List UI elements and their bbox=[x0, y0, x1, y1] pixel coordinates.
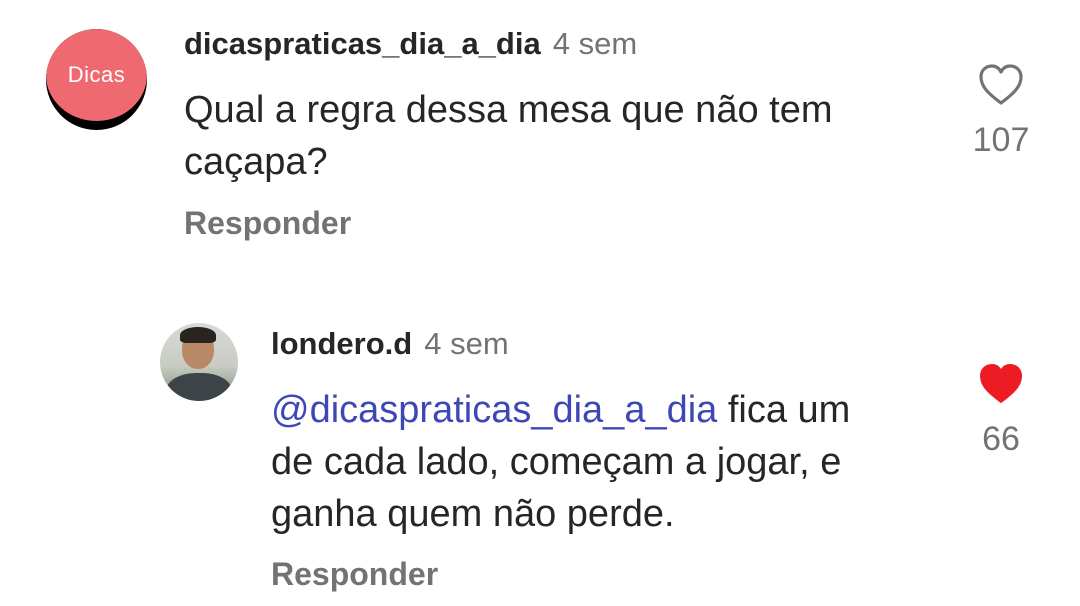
reply-button[interactable]: Responder bbox=[271, 556, 438, 593]
username[interactable]: londero.d bbox=[271, 326, 412, 361]
like-control: 66 bbox=[961, 362, 1041, 459]
mention-link[interactable]: @dicaspraticas_dia_a_dia bbox=[271, 389, 717, 431]
comment-text-line: de cada lado, começam a jogar, e bbox=[271, 441, 842, 483]
comment-header: londero.d 4 sem bbox=[271, 326, 509, 362]
reply-comment: londero.d 4 sem @dicaspraticas_dia_a_dia … bbox=[0, 0, 1080, 606]
comment-text-line: ganha quem não perde. bbox=[271, 493, 675, 535]
timestamp: 4 sem bbox=[424, 326, 509, 361]
comment-text: @dicaspraticas_dia_a_dia fica um de cada… bbox=[271, 384, 850, 540]
avatar[interactable] bbox=[160, 323, 238, 401]
comment-text-line: @dicaspraticas_dia_a_dia fica um bbox=[271, 389, 851, 431]
like-count: 66 bbox=[982, 420, 1020, 458]
heart-filled-icon[interactable] bbox=[977, 362, 1025, 406]
